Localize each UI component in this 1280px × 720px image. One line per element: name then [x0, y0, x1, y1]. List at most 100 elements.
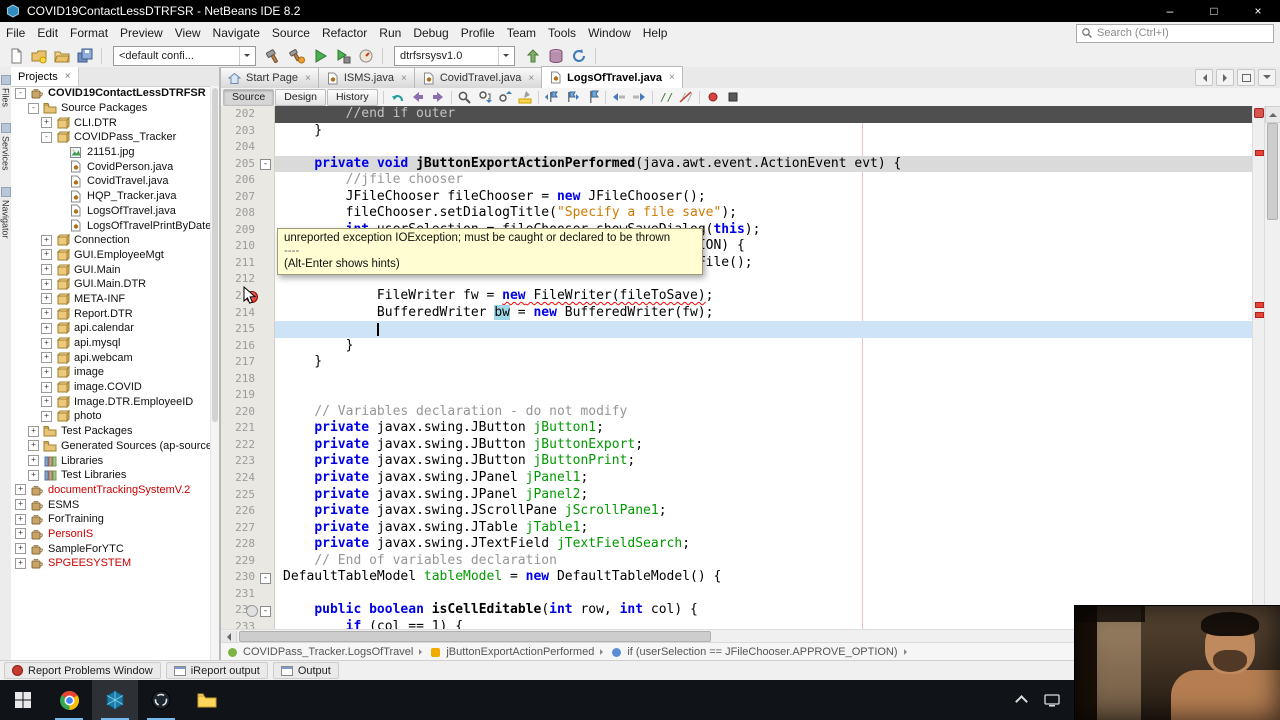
- rail-tab-navigator[interactable]: Navigator: [0, 186, 11, 238]
- code-line[interactable]: private javax.swing.JScrollPane jScrollP…: [275, 503, 1252, 520]
- code-line[interactable]: private javax.swing.JPanel jPanel1;: [275, 470, 1252, 487]
- tree-node[interactable]: + Generated Sources (ap-source-ou...: [11, 439, 211, 454]
- error-stripe[interactable]: [1252, 106, 1264, 630]
- code-line[interactable]: [275, 387, 1252, 404]
- code-line[interactable]: private void jButtonExportActionPerforme…: [275, 155, 1252, 173]
- tree-node[interactable]: LogsOfTravel.java: [11, 204, 211, 219]
- code-line[interactable]: private javax.swing.JButton jButtonPrint…: [275, 453, 1252, 470]
- code-line[interactable]: }: [275, 338, 1252, 355]
- tree-node[interactable]: 21151.jpg: [11, 145, 211, 160]
- tree-node[interactable]: + ForTraining: [11, 512, 211, 527]
- close-tab-icon[interactable]: ×: [401, 73, 407, 84]
- taskbar-chrome-button[interactable]: [46, 680, 92, 720]
- tab-list-button[interactable]: [1258, 69, 1276, 86]
- expand-handle[interactable]: +: [41, 366, 52, 378]
- run-project-button[interactable]: [308, 46, 331, 66]
- tree-node[interactable]: + CLI.DTR: [11, 115, 211, 130]
- menu-file[interactable]: File: [0, 24, 31, 42]
- error-stripe-mark[interactable]: [1255, 302, 1264, 308]
- tree-node[interactable]: + GUI.Main.DTR: [11, 277, 211, 292]
- open-project-button[interactable]: [50, 46, 73, 66]
- tree-node[interactable]: - Source Packages: [11, 101, 211, 116]
- code-line[interactable]: fileChooser.setDialogTitle("Specify a fi…: [275, 205, 1252, 222]
- tree-node[interactable]: + Connection: [11, 233, 211, 248]
- breadcrumb-item[interactable]: if (userSelection == JFileChooser.APPROV…: [627, 646, 897, 658]
- collapse-handle[interactable]: -: [28, 102, 39, 114]
- last-edit-button[interactable]: [388, 90, 408, 105]
- expand-handle[interactable]: +: [28, 469, 39, 481]
- statusbar-ireport-output-button[interactable]: iReport output: [165, 662, 268, 679]
- menu-refactor[interactable]: Refactor: [316, 24, 373, 42]
- editor-tab-logsoftravel-java[interactable]: LogsOfTravel.java ×: [541, 66, 683, 88]
- expand-handle[interactable]: +: [41, 322, 52, 334]
- taskbar-netbeans-button[interactable]: [92, 680, 138, 720]
- code-line[interactable]: private javax.swing.JButton jButtonExpor…: [275, 437, 1252, 454]
- tray-expand-button[interactable]: [1015, 694, 1028, 708]
- code-line[interactable]: // Variables declaration - do not modify: [275, 404, 1252, 421]
- code-line[interactable]: private javax.swing.JButton jButton1;: [275, 420, 1252, 437]
- save-all-button[interactable]: [73, 46, 96, 66]
- tree-node[interactable]: LogsOfTravelPrintByDate.ja...: [11, 218, 211, 233]
- expand-handle[interactable]: +: [41, 293, 52, 305]
- debug-project-button[interactable]: [331, 46, 354, 66]
- tree-node[interactable]: + api.mysql: [11, 336, 211, 351]
- expand-handle[interactable]: +: [41, 308, 52, 320]
- menu-format[interactable]: Format: [64, 24, 114, 42]
- tree-node[interactable]: HQP_Tracker.java: [11, 189, 211, 204]
- menu-navigate[interactable]: Navigate: [207, 24, 266, 42]
- tree-node[interactable]: + PersonIS: [11, 527, 211, 542]
- editor-vertical-scrollbar[interactable]: [1264, 106, 1280, 630]
- new-project-button[interactable]: [27, 46, 50, 66]
- build-project-button[interactable]: [262, 46, 285, 66]
- expand-handle[interactable]: +: [41, 278, 52, 290]
- view-history-button[interactable]: History: [326, 88, 378, 106]
- breadcrumb-item[interactable]: COVIDPass_Tracker.LogsOfTravel: [243, 646, 413, 658]
- file-error-status-icon[interactable]: [1254, 108, 1264, 118]
- menu-source[interactable]: Source: [266, 24, 316, 42]
- view-design-button[interactable]: Design: [275, 88, 326, 106]
- error-stripe-mark[interactable]: [1255, 312, 1264, 318]
- breadcrumb-item[interactable]: jButtonExportActionPerformed: [446, 646, 594, 658]
- expand-handle[interactable]: +: [41, 410, 52, 422]
- code-line[interactable]: [275, 586, 1252, 603]
- expand-handle[interactable]: +: [15, 557, 26, 569]
- hscrollbar-thumb[interactable]: [239, 631, 711, 642]
- expand-handle[interactable]: +: [41, 234, 52, 246]
- tree-node[interactable]: + Report.DTR: [11, 306, 211, 321]
- expand-handle[interactable]: +: [41, 117, 52, 129]
- config-combo[interactable]: <default confi...: [113, 45, 256, 66]
- projects-scrollbar-thumb[interactable]: [212, 88, 218, 422]
- shift-left-button[interactable]: [609, 90, 629, 105]
- tree-node[interactable]: + image.COVID: [11, 380, 211, 395]
- code-line[interactable]: private javax.swing.JTable jTable1;: [275, 520, 1252, 537]
- tree-node[interactable]: + photo: [11, 409, 211, 424]
- code-line[interactable]: }: [275, 123, 1252, 140]
- code-line[interactable]: // End of variables declaration: [275, 553, 1252, 570]
- projects-tab[interactable]: Projects ×: [11, 67, 79, 86]
- collapse-handle[interactable]: -: [15, 87, 26, 99]
- menu-team[interactable]: Team: [501, 24, 542, 42]
- expand-handle[interactable]: +: [15, 513, 26, 525]
- menu-view[interactable]: View: [169, 24, 207, 42]
- expand-handle[interactable]: +: [15, 528, 26, 540]
- maximize-button[interactable]: □: [1192, 0, 1236, 22]
- tree-node[interactable]: + image: [11, 365, 211, 380]
- find-next-button[interactable]: [475, 90, 495, 105]
- fold-collapse-icon[interactable]: -: [260, 159, 271, 171]
- scroll-tabs-right-button[interactable]: [1216, 69, 1234, 86]
- close-panel-icon[interactable]: ×: [65, 71, 71, 82]
- taskbar-start-button[interactable]: [0, 680, 46, 720]
- statusbar-report-problems-window-button[interactable]: Report Problems Window: [4, 662, 161, 679]
- tree-node[interactable]: + SPGEESYSTEM: [11, 556, 211, 571]
- menu-help[interactable]: Help: [637, 24, 674, 42]
- shift-right-button[interactable]: [629, 90, 649, 105]
- macro-record-button[interactable]: [703, 90, 723, 105]
- project-combo[interactable]: dtrfsrsysv1.0: [394, 45, 515, 66]
- taskbar-obs-button[interactable]: [138, 680, 184, 720]
- tree-node[interactable]: + Test Libraries: [11, 468, 211, 483]
- scroll-up-icon[interactable]: [1265, 106, 1280, 123]
- fold-collapse-icon[interactable]: -: [260, 605, 271, 617]
- code-line[interactable]: BufferedWriter bw = new BufferedWriter(f…: [275, 304, 1252, 322]
- expand-handle[interactable]: +: [28, 455, 39, 467]
- view-source-button[interactable]: Source: [223, 88, 275, 106]
